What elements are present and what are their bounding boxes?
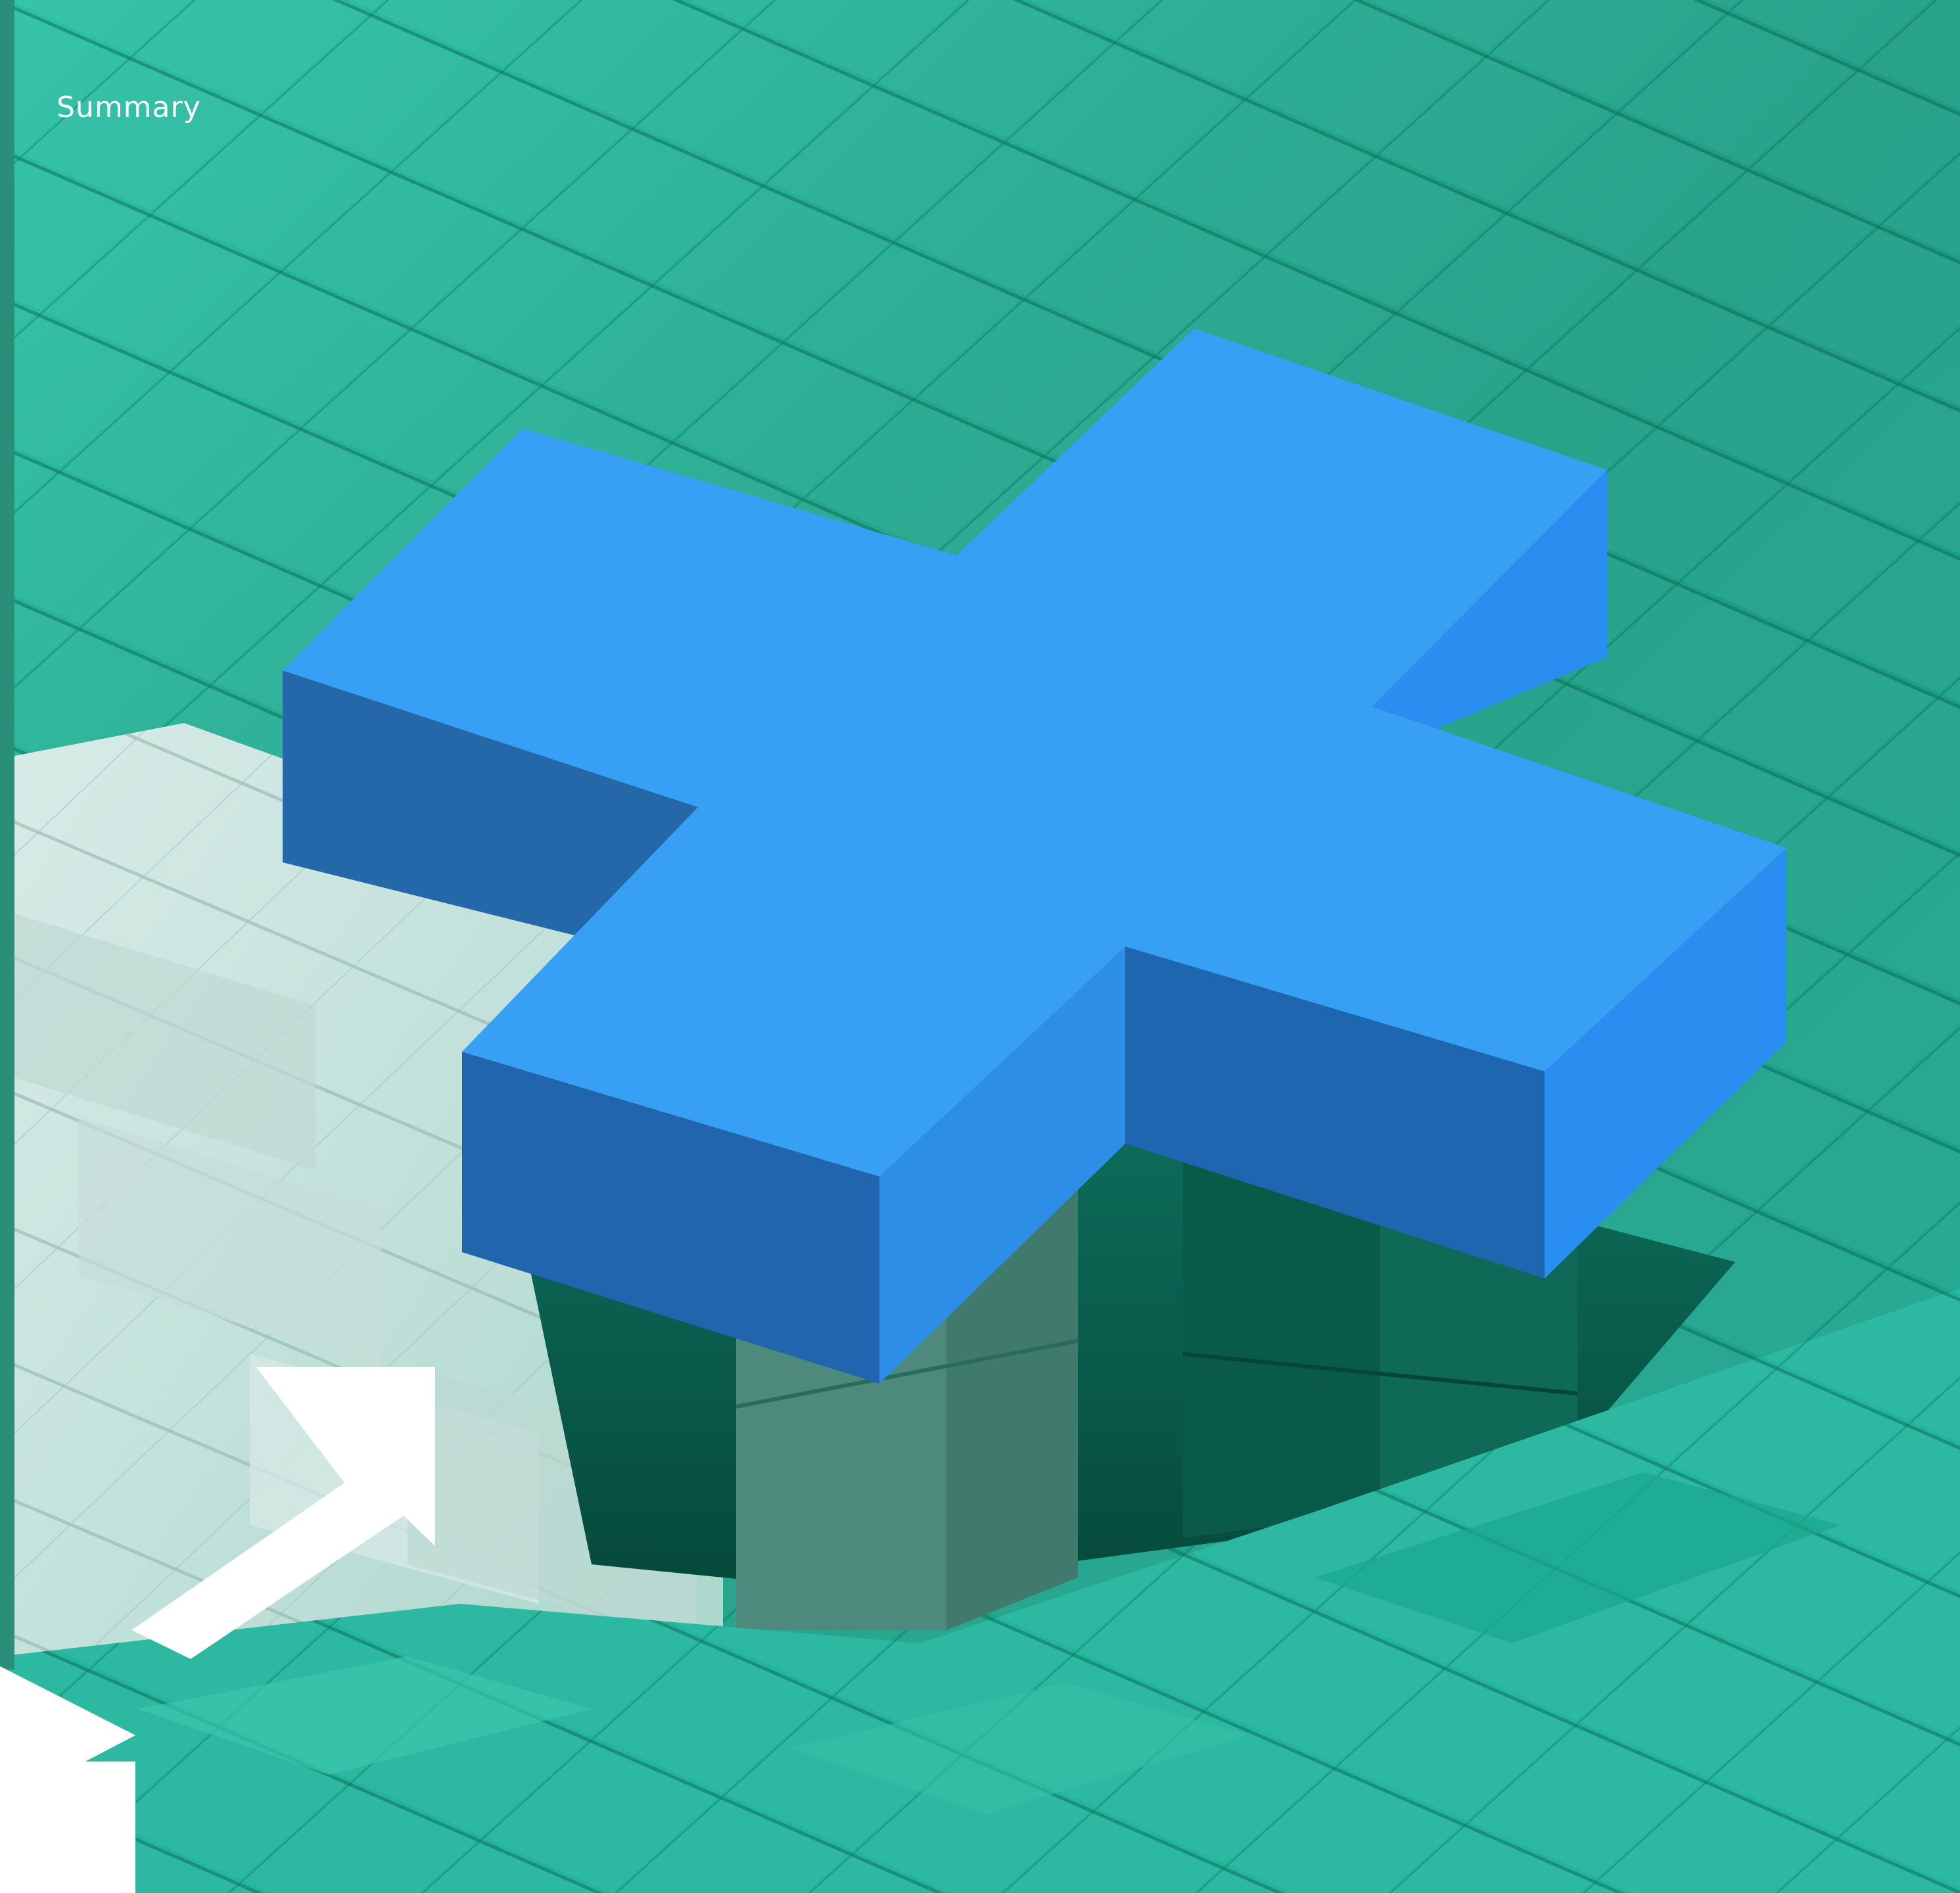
plus-icon bbox=[283, 329, 1786, 1384]
hero-illustration bbox=[0, 0, 1960, 1893]
summary-label: Summary bbox=[57, 91, 201, 124]
left-strip bbox=[0, 0, 14, 1670]
white-corner-block bbox=[0, 1762, 135, 1893]
